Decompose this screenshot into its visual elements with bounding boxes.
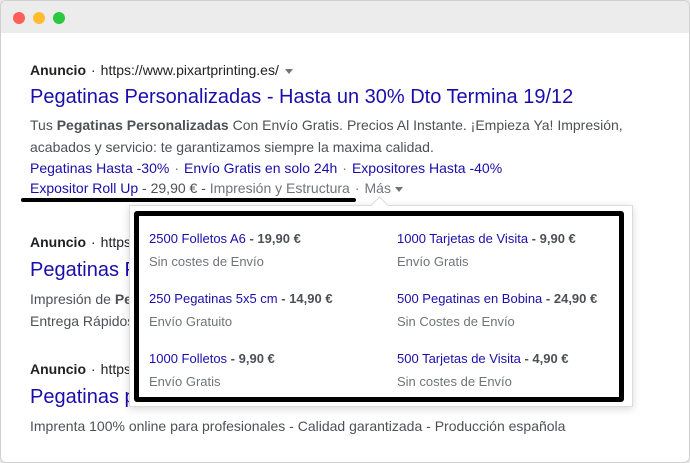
- chevron-down-icon[interactable]: [284, 68, 293, 74]
- sitelink[interactable]: Expositores Hasta -40%: [352, 160, 502, 176]
- sitelink[interactable]: Envío Gratis en solo 24h: [184, 160, 337, 176]
- browser-window: Anuncio · https://www.pixartprinting.es/ P…: [0, 0, 690, 463]
- desc-text: acabados y servicio: te garantizamos sie…: [30, 139, 434, 155]
- desc-text: Entrega Rápidos: [30, 313, 135, 329]
- chevron-down-icon[interactable]: [394, 186, 403, 192]
- mas-button[interactable]: Más: [365, 180, 391, 196]
- ad-label: Anuncio: [30, 361, 86, 377]
- expositor-desc: Impresión y Estructura: [209, 180, 350, 196]
- desc-text: Tus: [30, 117, 57, 133]
- ad-url[interactable]: https: [101, 234, 131, 250]
- minimize-window-button[interactable]: [33, 12, 45, 24]
- ad-description: Imprenta 100% online para profesionales …: [30, 418, 566, 434]
- ad-result-1: Anuncio · https://www.pixartprinting.es/ P…: [30, 61, 623, 198]
- ad-label: Anuncio: [30, 62, 86, 78]
- close-window-button[interactable]: [13, 12, 25, 24]
- desc-bold: Pegatinas Personalizadas: [56, 117, 229, 133]
- maximize-window-button[interactable]: [53, 12, 65, 24]
- ad-url[interactable]: https://www.pixartprinting.es/: [101, 62, 279, 78]
- annotation-frame: [134, 211, 624, 402]
- annotation-underline: [21, 198, 356, 202]
- ad-header: Anuncio · https://www.pixartprinting.es/: [30, 61, 623, 79]
- sitelink[interactable]: Pegatinas Hasta -30%: [30, 160, 169, 176]
- expositor-price: 29,90 €: [150, 180, 198, 196]
- ad-label: Anuncio: [30, 234, 86, 250]
- ad-result-2: Anuncio · https Pegatinas P Impresión de P…: [30, 233, 138, 332]
- ad-description: Tus Pegatinas Personalizadas Con Envío G…: [30, 114, 623, 158]
- ad-header: Anuncio · https: [30, 234, 132, 250]
- title-bar: [1, 1, 689, 33]
- desc-text: Impresión de: [30, 291, 115, 307]
- ad-title[interactable]: Pegatinas Personalizadas - Hasta un 30% …: [30, 86, 623, 109]
- ad-url[interactable]: https: [101, 361, 131, 377]
- sitelinks-row: Pegatinas Hasta -30% · Envío Gratis en sol…: [30, 160, 503, 176]
- ad-title[interactable]: Pegatinas P: [30, 259, 138, 282]
- ad-description: Impresión de Pe Entrega Rápidos: [30, 288, 138, 332]
- expositor-link[interactable]: Expositor Roll Up: [30, 180, 138, 196]
- desc-text: Con Envío Gratis. Precios Al Instante. ¡…: [228, 117, 623, 133]
- expositor-row: Expositor Roll Up - 29,90 € - Impresión …: [30, 178, 623, 198]
